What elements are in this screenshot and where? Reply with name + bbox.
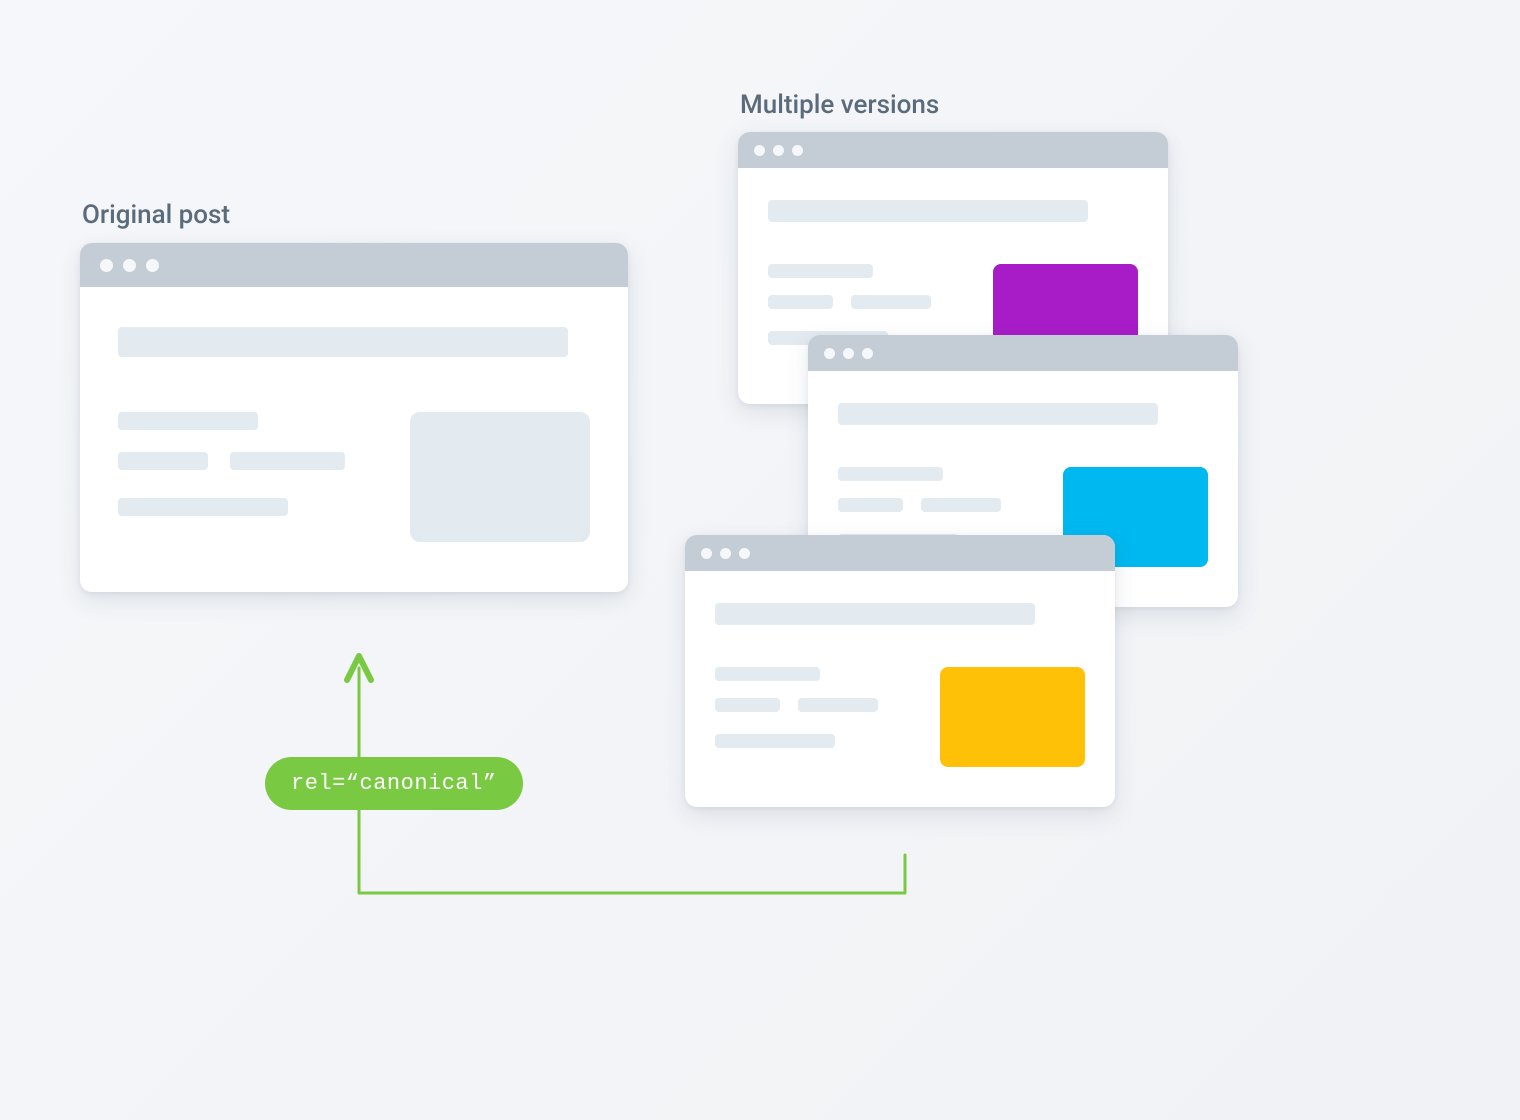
window-dot-icon [824,348,835,359]
window-dot-icon [720,548,731,559]
diagram-canvas: Original post Multiple versions [0,0,1520,1120]
rel-canonical-pill: rel=“canonical” [265,757,523,810]
placeholder-image [410,412,590,542]
placeholder-line [118,412,258,430]
window-titlebar [80,243,628,287]
window-titlebar [685,535,1115,571]
placeholder-line [838,498,903,512]
window-dot-icon [754,145,765,156]
window-dot-icon [701,548,712,559]
window-titlebar [808,335,1238,371]
window-dot-icon [773,145,784,156]
placeholder-line [768,295,833,309]
window-dot-icon [100,259,113,272]
placeholder-line [230,452,345,470]
placeholder-line [851,295,931,309]
original-post-label: Original post [82,200,230,230]
multiple-versions-label: Multiple versions [740,90,939,120]
placeholder-line [118,498,288,516]
placeholder-heading [838,403,1158,425]
placeholder-heading [768,200,1088,222]
window-dot-icon [123,259,136,272]
window-dot-icon [843,348,854,359]
placeholder-image-yellow [940,667,1085,767]
placeholder-heading [715,603,1035,625]
placeholder-line [768,264,873,278]
window-dot-icon [862,348,873,359]
window-dot-icon [739,548,750,559]
placeholder-line [118,452,208,470]
placeholder-line [838,467,943,481]
placeholder-heading [118,327,568,357]
window-titlebar [738,132,1168,168]
placeholder-line [921,498,1001,512]
original-window [80,243,628,592]
window-content [80,287,628,592]
window-dot-icon [146,259,159,272]
window-dot-icon [792,145,803,156]
